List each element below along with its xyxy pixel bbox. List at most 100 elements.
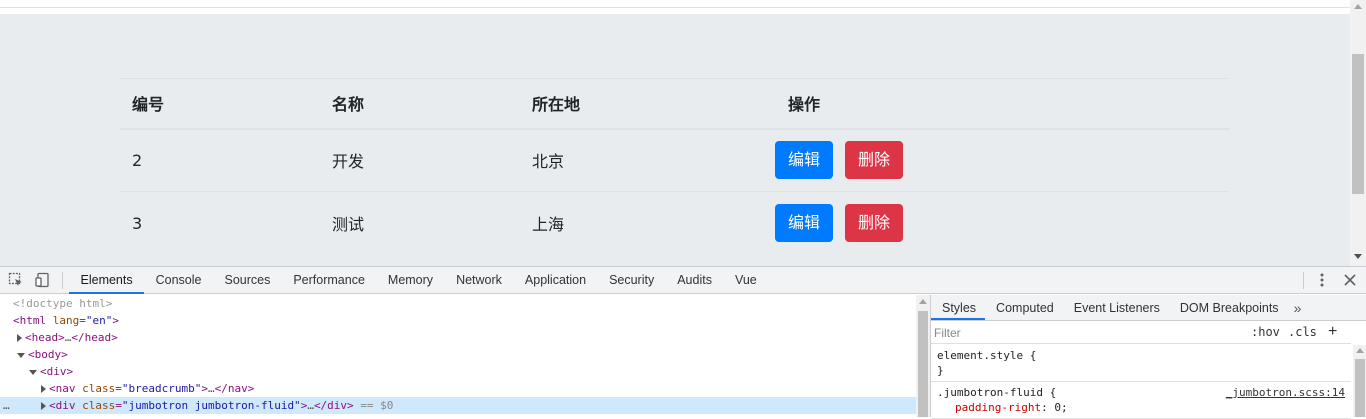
- expand-arrow-icon[interactable]: [41, 385, 46, 393]
- rule-close: }: [937, 364, 944, 377]
- dom-node-nav[interactable]: <nav class="breadcrumb">…</nav>: [0, 380, 916, 397]
- scroll-down-icon[interactable]: [1354, 254, 1362, 259]
- edit-button[interactable]: 编辑: [775, 204, 834, 243]
- html-attr-name: lang: [52, 314, 80, 327]
- dom-node-html[interactable]: <html lang="en">: [0, 312, 916, 329]
- hov-toggle[interactable]: :hov: [1251, 325, 1280, 339]
- header-actions: 操作: [788, 95, 821, 115]
- tab-console[interactable]: Console: [144, 267, 213, 294]
- dom-tree-scrollbar[interactable]: [916, 295, 930, 417]
- selected-marker: == $0: [360, 399, 394, 412]
- page-scrollbar[interactable]: [1350, 0, 1366, 266]
- styles-pane: Styles Computed Event Listeners DOM Brea…: [930, 295, 1366, 419]
- jumbotron-attr-name: class: [82, 399, 116, 412]
- nav-attr-name: class: [82, 382, 116, 395]
- header-name: 名称: [332, 95, 365, 115]
- filter-input[interactable]: [934, 324, 1242, 342]
- dom-node-jumbotron-selected[interactable]: … <div class="jumbotron jumbotron-fluid"…: [0, 397, 916, 414]
- collapse-arrow-icon[interactable]: [17, 352, 25, 358]
- cls-toggle[interactable]: .cls: [1288, 325, 1317, 339]
- tab-application[interactable]: Application: [513, 267, 597, 294]
- rule-selector[interactable]: .jumbotron-fluid {: [937, 386, 1056, 399]
- tab-security[interactable]: Security: [598, 267, 666, 294]
- scroll-up-icon[interactable]: [919, 299, 927, 304]
- cell-name: 测试: [332, 215, 365, 235]
- nav-attr-value: "breadcrumb": [121, 382, 202, 395]
- dom-node-head[interactable]: <head>…</head>: [0, 329, 916, 346]
- cell-id: 2: [132, 150, 143, 170]
- scrollbar-thumb[interactable]: [1352, 54, 1364, 194]
- scrollbar-thumb[interactable]: [918, 311, 928, 417]
- tab-network[interactable]: Network: [445, 267, 514, 294]
- tab-sources[interactable]: Sources: [213, 267, 282, 294]
- body-tag: body: [34, 348, 62, 361]
- collapse-arrow-icon[interactable]: [29, 369, 37, 375]
- table-row: 2 开发 北京 编辑 删除: [120, 129, 1229, 192]
- filter-bar: :hov .cls +: [931, 322, 1351, 344]
- header-id: 编号: [132, 95, 165, 115]
- delete-button[interactable]: 删除: [845, 141, 904, 180]
- devtools-toolbar: Elements Console Sources Performance Mem…: [0, 267, 1366, 294]
- devtools-panel: Elements Console Sources Performance Mem…: [0, 266, 1366, 419]
- styles-tabs: Styles Computed Event Listeners DOM Brea…: [931, 295, 1366, 321]
- cell-name: 开发: [332, 152, 365, 172]
- tab-audits[interactable]: Audits: [666, 267, 724, 294]
- close-icon[interactable]: [1342, 271, 1358, 289]
- inspect-element-icon[interactable]: [8, 272, 24, 288]
- expand-arrow-icon[interactable]: [17, 334, 22, 342]
- jumbotron-attr-value: "jumbotron jumbotron-fluid": [121, 399, 301, 412]
- dom-node-doctype[interactable]: <!doctype html>: [0, 295, 916, 312]
- head-tag: head: [31, 331, 59, 344]
- more-tabs-icon[interactable]: »: [1288, 295, 1302, 320]
- jumbotron-tag: div: [55, 399, 76, 412]
- cell-actions: 编辑 删除: [763, 192, 1229, 255]
- rule-property[interactable]: padding-right: 0;: [937, 400, 1345, 415]
- jumbotron-close-tag: </div>: [313, 399, 354, 412]
- tab-elements[interactable]: Elements: [69, 267, 145, 294]
- style-rules: element.style { } .jumbotron-fluid { _ju…: [931, 345, 1351, 419]
- nav-tag: nav: [55, 382, 76, 395]
- page-viewport: 编号 名称 所在地 操作 2 开发 北京 编辑 删除 3 测试 上海 编辑 删除: [0, 0, 1366, 266]
- tab-styles[interactable]: Styles: [931, 295, 986, 320]
- devtools-tabs: Elements Console Sources Performance Mem…: [69, 267, 768, 294]
- tab-dom-breakpoints[interactable]: DOM Breakpoints: [1169, 295, 1288, 320]
- cell-location: 上海: [532, 215, 565, 235]
- tab-vue[interactable]: Vue: [723, 267, 768, 294]
- new-rule-icon[interactable]: +: [1328, 323, 1337, 341]
- dom-node-div[interactable]: <div>: [0, 363, 916, 380]
- doctype-text: <!doctype html>: [13, 297, 113, 310]
- nav-ellipsis[interactable]: …: [208, 382, 215, 395]
- tab-performance[interactable]: Performance: [282, 267, 377, 294]
- tab-memory[interactable]: Memory: [376, 267, 444, 294]
- head-close-tag: </head>: [71, 331, 118, 344]
- property-name: padding-right: [955, 401, 1042, 414]
- rule-element-style: element.style { }: [931, 345, 1351, 382]
- div-tag: div: [46, 365, 67, 378]
- header-location: 所在地: [532, 95, 581, 115]
- html-attr-value: "en": [85, 314, 113, 327]
- nav-close-tag: </nav>: [214, 382, 255, 395]
- delete-button[interactable]: 删除: [845, 204, 904, 243]
- cell-id: 3: [132, 213, 143, 233]
- gutter-dots-icon[interactable]: …: [3, 397, 10, 414]
- rule-selector-line: .jumbotron-fluid { _jumbotron.scss:14: [937, 385, 1345, 400]
- expand-arrow-icon[interactable]: [41, 402, 46, 410]
- data-table: 编号 名称 所在地 操作 2 开发 北京 编辑 删除 3 测试 上海 编辑 删除: [120, 78, 1229, 255]
- styles-scrollbar[interactable]: [1353, 345, 1366, 417]
- tab-event-listeners[interactable]: Event Listeners: [1063, 295, 1169, 320]
- scroll-up-icon[interactable]: [1354, 4, 1362, 9]
- cell-actions: 编辑 删除: [763, 129, 1229, 192]
- table-row: 3 测试 上海 编辑 删除: [120, 192, 1229, 255]
- cell-location: 北京: [532, 152, 565, 172]
- property-value: : 0;: [1041, 401, 1068, 414]
- tab-computed[interactable]: Computed: [985, 295, 1063, 320]
- edit-button[interactable]: 编辑: [775, 141, 834, 180]
- dom-node-body[interactable]: <body>: [0, 346, 916, 363]
- source-link[interactable]: _jumbotron.scss:14: [1226, 385, 1345, 400]
- scroll-up-icon[interactable]: [1356, 348, 1364, 353]
- jumbotron-ellipsis[interactable]: …: [307, 399, 314, 412]
- rule-selector[interactable]: element.style {: [937, 348, 1345, 363]
- device-toggle-icon[interactable]: [35, 272, 51, 288]
- scrollbar-thumb[interactable]: [1355, 359, 1365, 417]
- more-options-icon[interactable]: [1314, 271, 1330, 289]
